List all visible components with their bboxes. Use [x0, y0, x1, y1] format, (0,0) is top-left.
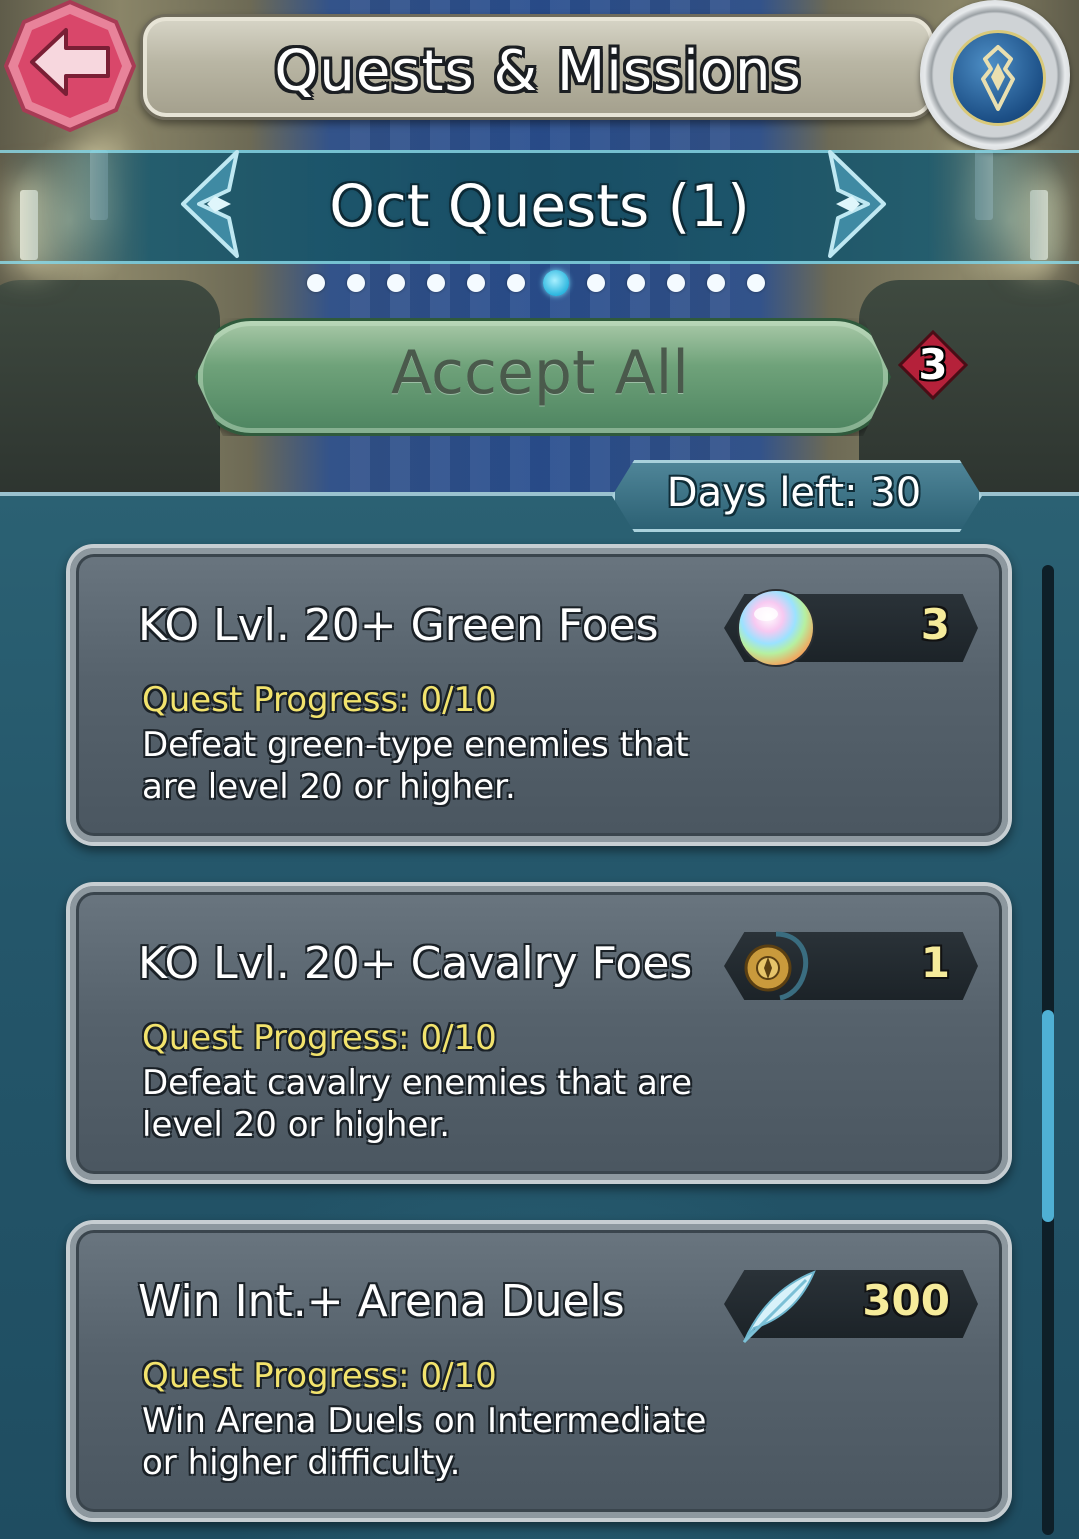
page-dot[interactable]: [507, 274, 525, 292]
page-dot[interactable]: [667, 274, 685, 292]
reward-count: 3: [920, 600, 950, 649]
page-dot[interactable]: [627, 274, 645, 292]
quest-title: Win Int.+ Arena Duels: [138, 1276, 625, 1327]
page-dot[interactable]: [387, 274, 405, 292]
reward-count: 1: [920, 938, 950, 987]
page-dot[interactable]: [427, 274, 445, 292]
back-button[interactable]: [3, 0, 137, 133]
quest-title: KO Lvl. 20+ Green Foes: [138, 600, 659, 651]
back-arrow-icon: [3, 0, 137, 133]
quest-progress: Quest Progress: 0/10: [142, 680, 497, 720]
page-dot[interactable]: [467, 274, 485, 292]
days-left-label: Days left: 30: [666, 470, 922, 516]
scrollbar-thumb[interactable]: [1042, 1010, 1054, 1222]
stone-pillar-left: [0, 280, 220, 500]
quest-title: KO Lvl. 20+ Cavalry Foes: [138, 938, 693, 989]
page-dot-active[interactable]: [543, 270, 569, 296]
reward-count: 300: [862, 1276, 950, 1325]
quest-card[interactable]: KO Lvl. 20+ Cavalry Foes 1 Quest Progres…: [66, 882, 1012, 1184]
quest-card[interactable]: Win Int.+ Arena Duels 300 Quest Progress…: [66, 1220, 1012, 1522]
page-dot[interactable]: [707, 274, 725, 292]
chevron-right-icon: [828, 150, 886, 258]
quest-progress: Quest Progress: 0/10: [142, 1018, 497, 1058]
quest-description: Defeat green-type enemies that are level…: [142, 725, 689, 807]
quest-description: Defeat cavalry enemies that are level 20…: [142, 1063, 693, 1145]
sacred-seal-icon: [734, 924, 818, 1008]
next-month-button[interactable]: [812, 146, 892, 262]
feather-icon: [734, 1262, 818, 1346]
page-indicator: [305, 270, 775, 296]
previous-month-button[interactable]: [175, 146, 255, 262]
quest-description: Win Arena Duels on Intermediate or highe…: [142, 1401, 707, 1483]
title-bar: Quests & Missions: [140, 14, 936, 120]
page-title: Quests & Missions: [274, 39, 802, 104]
accept-all-label: Accept All: [391, 338, 689, 408]
page-dot[interactable]: [347, 274, 365, 292]
quest-card[interactable]: KO Lvl. 20+ Green Foes 3 Quest Progress:…: [66, 544, 1012, 846]
orb-icon: [734, 586, 818, 670]
page-dot[interactable]: [747, 274, 765, 292]
my-nintendo-icon: [950, 30, 1046, 126]
month-title: Oct Quests (1): [329, 172, 750, 240]
my-nintendo-button[interactable]: [920, 0, 1070, 150]
page-dot[interactable]: [307, 274, 325, 292]
notification-count: 3: [918, 340, 948, 389]
page-dot[interactable]: [587, 274, 605, 292]
quest-progress: Quest Progress: 0/10: [142, 1356, 497, 1396]
chevron-left-icon: [181, 150, 239, 258]
